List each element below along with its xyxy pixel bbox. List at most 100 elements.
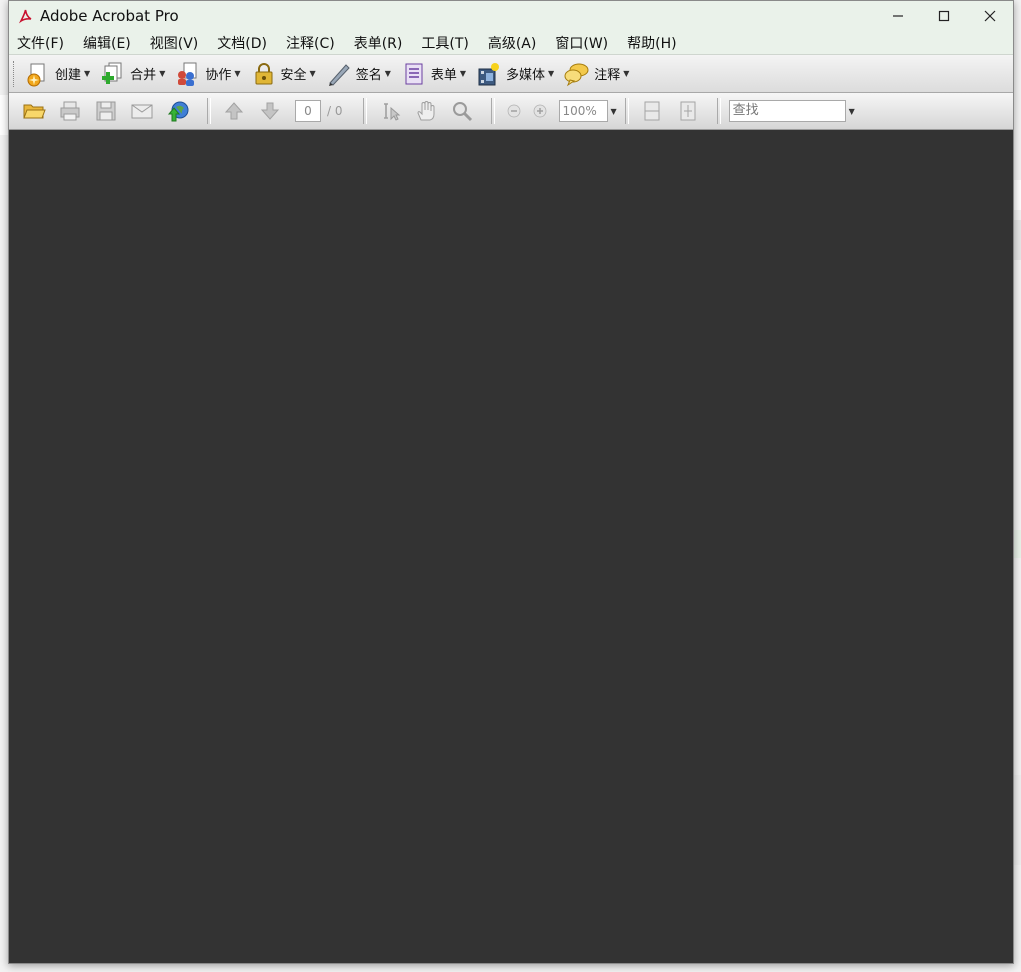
chevron-down-icon: ▼ bbox=[159, 69, 166, 78]
acrobat-window: Adobe Acrobat Pro 文件(F) 编辑(E) 视图(V) 文档(D… bbox=[8, 0, 1014, 964]
magnifier-icon bbox=[452, 102, 472, 122]
minimize-button[interactable] bbox=[875, 1, 921, 31]
menu-document[interactable]: 文档(D) bbox=[217, 33, 267, 53]
window-title: Adobe Acrobat Pro bbox=[40, 7, 179, 25]
toolbar-separator bbox=[490, 98, 495, 124]
menu-forms[interactable]: 表单(R) bbox=[354, 33, 403, 53]
combine-icon bbox=[102, 62, 122, 84]
background-window-fragment bbox=[1014, 180, 1021, 210]
acrobat-logo-icon bbox=[18, 9, 32, 24]
envelope-icon bbox=[131, 104, 153, 119]
pen-icon bbox=[328, 63, 350, 86]
create-icon bbox=[27, 63, 45, 86]
printer-icon bbox=[60, 101, 80, 121]
multimedia-label: 多媒体 bbox=[506, 68, 546, 83]
maximize-button[interactable] bbox=[921, 1, 967, 31]
upload-button[interactable] bbox=[163, 96, 193, 126]
menu-bar: 文件(F) 编辑(E) 视图(V) 文档(D) 注释(C) 表单(R) 工具(T… bbox=[9, 31, 1013, 55]
toolbar-separator bbox=[207, 98, 211, 124]
toolbar-grip[interactable] bbox=[13, 60, 17, 87]
file-toolbar: 0 / 0 100% ▼ 查找 ▼ bbox=[9, 93, 1013, 130]
page-total: / 0 bbox=[327, 104, 343, 118]
comment-label: 注释 bbox=[594, 68, 621, 83]
chevron-down-icon: ▼ bbox=[309, 69, 316, 78]
document-area[interactable] bbox=[9, 130, 1013, 963]
save-icon bbox=[96, 101, 116, 121]
toolbar-separator bbox=[624, 98, 629, 124]
menu-help[interactable]: 帮助(H) bbox=[627, 33, 676, 53]
window-controls bbox=[875, 1, 1013, 31]
zoom-out-button[interactable] bbox=[503, 96, 525, 126]
chevron-down-icon: ▼ bbox=[84, 69, 91, 78]
menu-window[interactable]: 窗口(W) bbox=[555, 33, 608, 53]
fit-width-button[interactable] bbox=[637, 96, 667, 126]
save-button[interactable] bbox=[91, 96, 121, 126]
chevron-down-icon: ▼ bbox=[234, 69, 241, 78]
combine-button[interactable]: 合并 ▼ bbox=[100, 59, 165, 89]
chevron-down-icon: ▼ bbox=[623, 69, 630, 78]
hand-icon bbox=[416, 100, 434, 121]
toolbar-separator bbox=[716, 98, 721, 124]
background-window-fragment bbox=[1014, 220, 1021, 260]
folder-open-icon bbox=[23, 104, 46, 119]
zoom-tool-button[interactable] bbox=[447, 96, 477, 126]
menu-view[interactable]: 视图(V) bbox=[150, 33, 199, 53]
menu-comments[interactable]: 注释(C) bbox=[286, 33, 335, 53]
comment-icon bbox=[564, 63, 589, 86]
background-window-fragment bbox=[0, 95, 8, 135]
maximize-icon bbox=[938, 10, 950, 22]
toolbar-separator bbox=[362, 98, 367, 124]
page-number-input[interactable]: 0 bbox=[295, 100, 321, 122]
collaborate-icon bbox=[178, 62, 197, 86]
forms-button[interactable]: 表单 ▼ bbox=[401, 59, 466, 89]
chevron-down-icon: ▼ bbox=[459, 69, 467, 78]
email-button[interactable] bbox=[127, 96, 157, 126]
zoom-level-input[interactable]: 100% bbox=[558, 100, 608, 122]
next-page-button[interactable] bbox=[255, 96, 285, 126]
open-button[interactable] bbox=[19, 96, 49, 126]
menu-edit[interactable]: 编辑(E) bbox=[83, 33, 131, 53]
multimedia-icon bbox=[478, 62, 500, 85]
fit-width-icon bbox=[644, 101, 660, 121]
text-select-icon bbox=[383, 103, 400, 121]
forms-label: 表单 bbox=[430, 68, 457, 83]
create-button[interactable]: 创建 ▼ bbox=[25, 59, 90, 89]
menu-advanced[interactable]: 高级(A) bbox=[488, 33, 537, 53]
tasks-toolbar: 创建 ▼ 合并 ▼ 协作 ▼ 安全 ▼ 签名 ▼ 表单 ▼ 多媒体 ▼ 注释 ▼ bbox=[9, 55, 1013, 93]
menu-tools[interactable]: 工具(T) bbox=[421, 33, 468, 53]
fit-page-icon bbox=[680, 101, 696, 121]
previous-page-button[interactable] bbox=[219, 96, 249, 126]
security-button[interactable]: 安全 ▼ bbox=[251, 59, 316, 89]
zoom-dropdown-icon[interactable]: ▼ bbox=[611, 107, 617, 116]
arrow-down-icon bbox=[260, 102, 280, 120]
close-button[interactable] bbox=[967, 1, 1013, 31]
zoom-out-icon bbox=[507, 104, 520, 118]
chevron-down-icon: ▼ bbox=[548, 69, 555, 78]
find-input[interactable]: 查找 bbox=[728, 100, 846, 122]
zoom-in-button[interactable] bbox=[529, 96, 551, 126]
arrow-up-icon bbox=[224, 102, 244, 120]
chevron-down-icon: ▼ bbox=[384, 69, 391, 78]
comment-button[interactable]: 注释 ▼ bbox=[564, 59, 629, 89]
fit-page-button[interactable] bbox=[673, 96, 703, 126]
sign-button[interactable]: 签名 ▼ bbox=[326, 59, 391, 89]
hand-tool-button[interactable] bbox=[411, 96, 441, 126]
close-icon bbox=[984, 10, 996, 22]
collaborate-button[interactable]: 协作 ▼ bbox=[175, 59, 241, 89]
multimedia-button[interactable]: 多媒体 ▼ bbox=[476, 59, 554, 89]
collaborate-label: 协作 bbox=[205, 68, 232, 83]
print-button[interactable] bbox=[55, 96, 85, 126]
menu-file[interactable]: 文件(F) bbox=[17, 33, 64, 53]
find-dropdown-icon[interactable]: ▼ bbox=[849, 107, 855, 116]
title-bar[interactable]: Adobe Acrobat Pro bbox=[9, 1, 1013, 31]
select-tool-button[interactable] bbox=[375, 96, 405, 126]
create-label: 创建 bbox=[55, 68, 82, 83]
security-label: 安全 bbox=[280, 68, 307, 83]
combine-label: 合并 bbox=[130, 68, 157, 83]
minimize-icon bbox=[893, 15, 903, 17]
background-window-fragment bbox=[1014, 530, 1021, 558]
background-window-fragment bbox=[1014, 775, 1021, 865]
sign-label: 签名 bbox=[355, 68, 382, 83]
zoom-in-icon bbox=[533, 104, 546, 118]
lock-icon bbox=[255, 62, 273, 84]
